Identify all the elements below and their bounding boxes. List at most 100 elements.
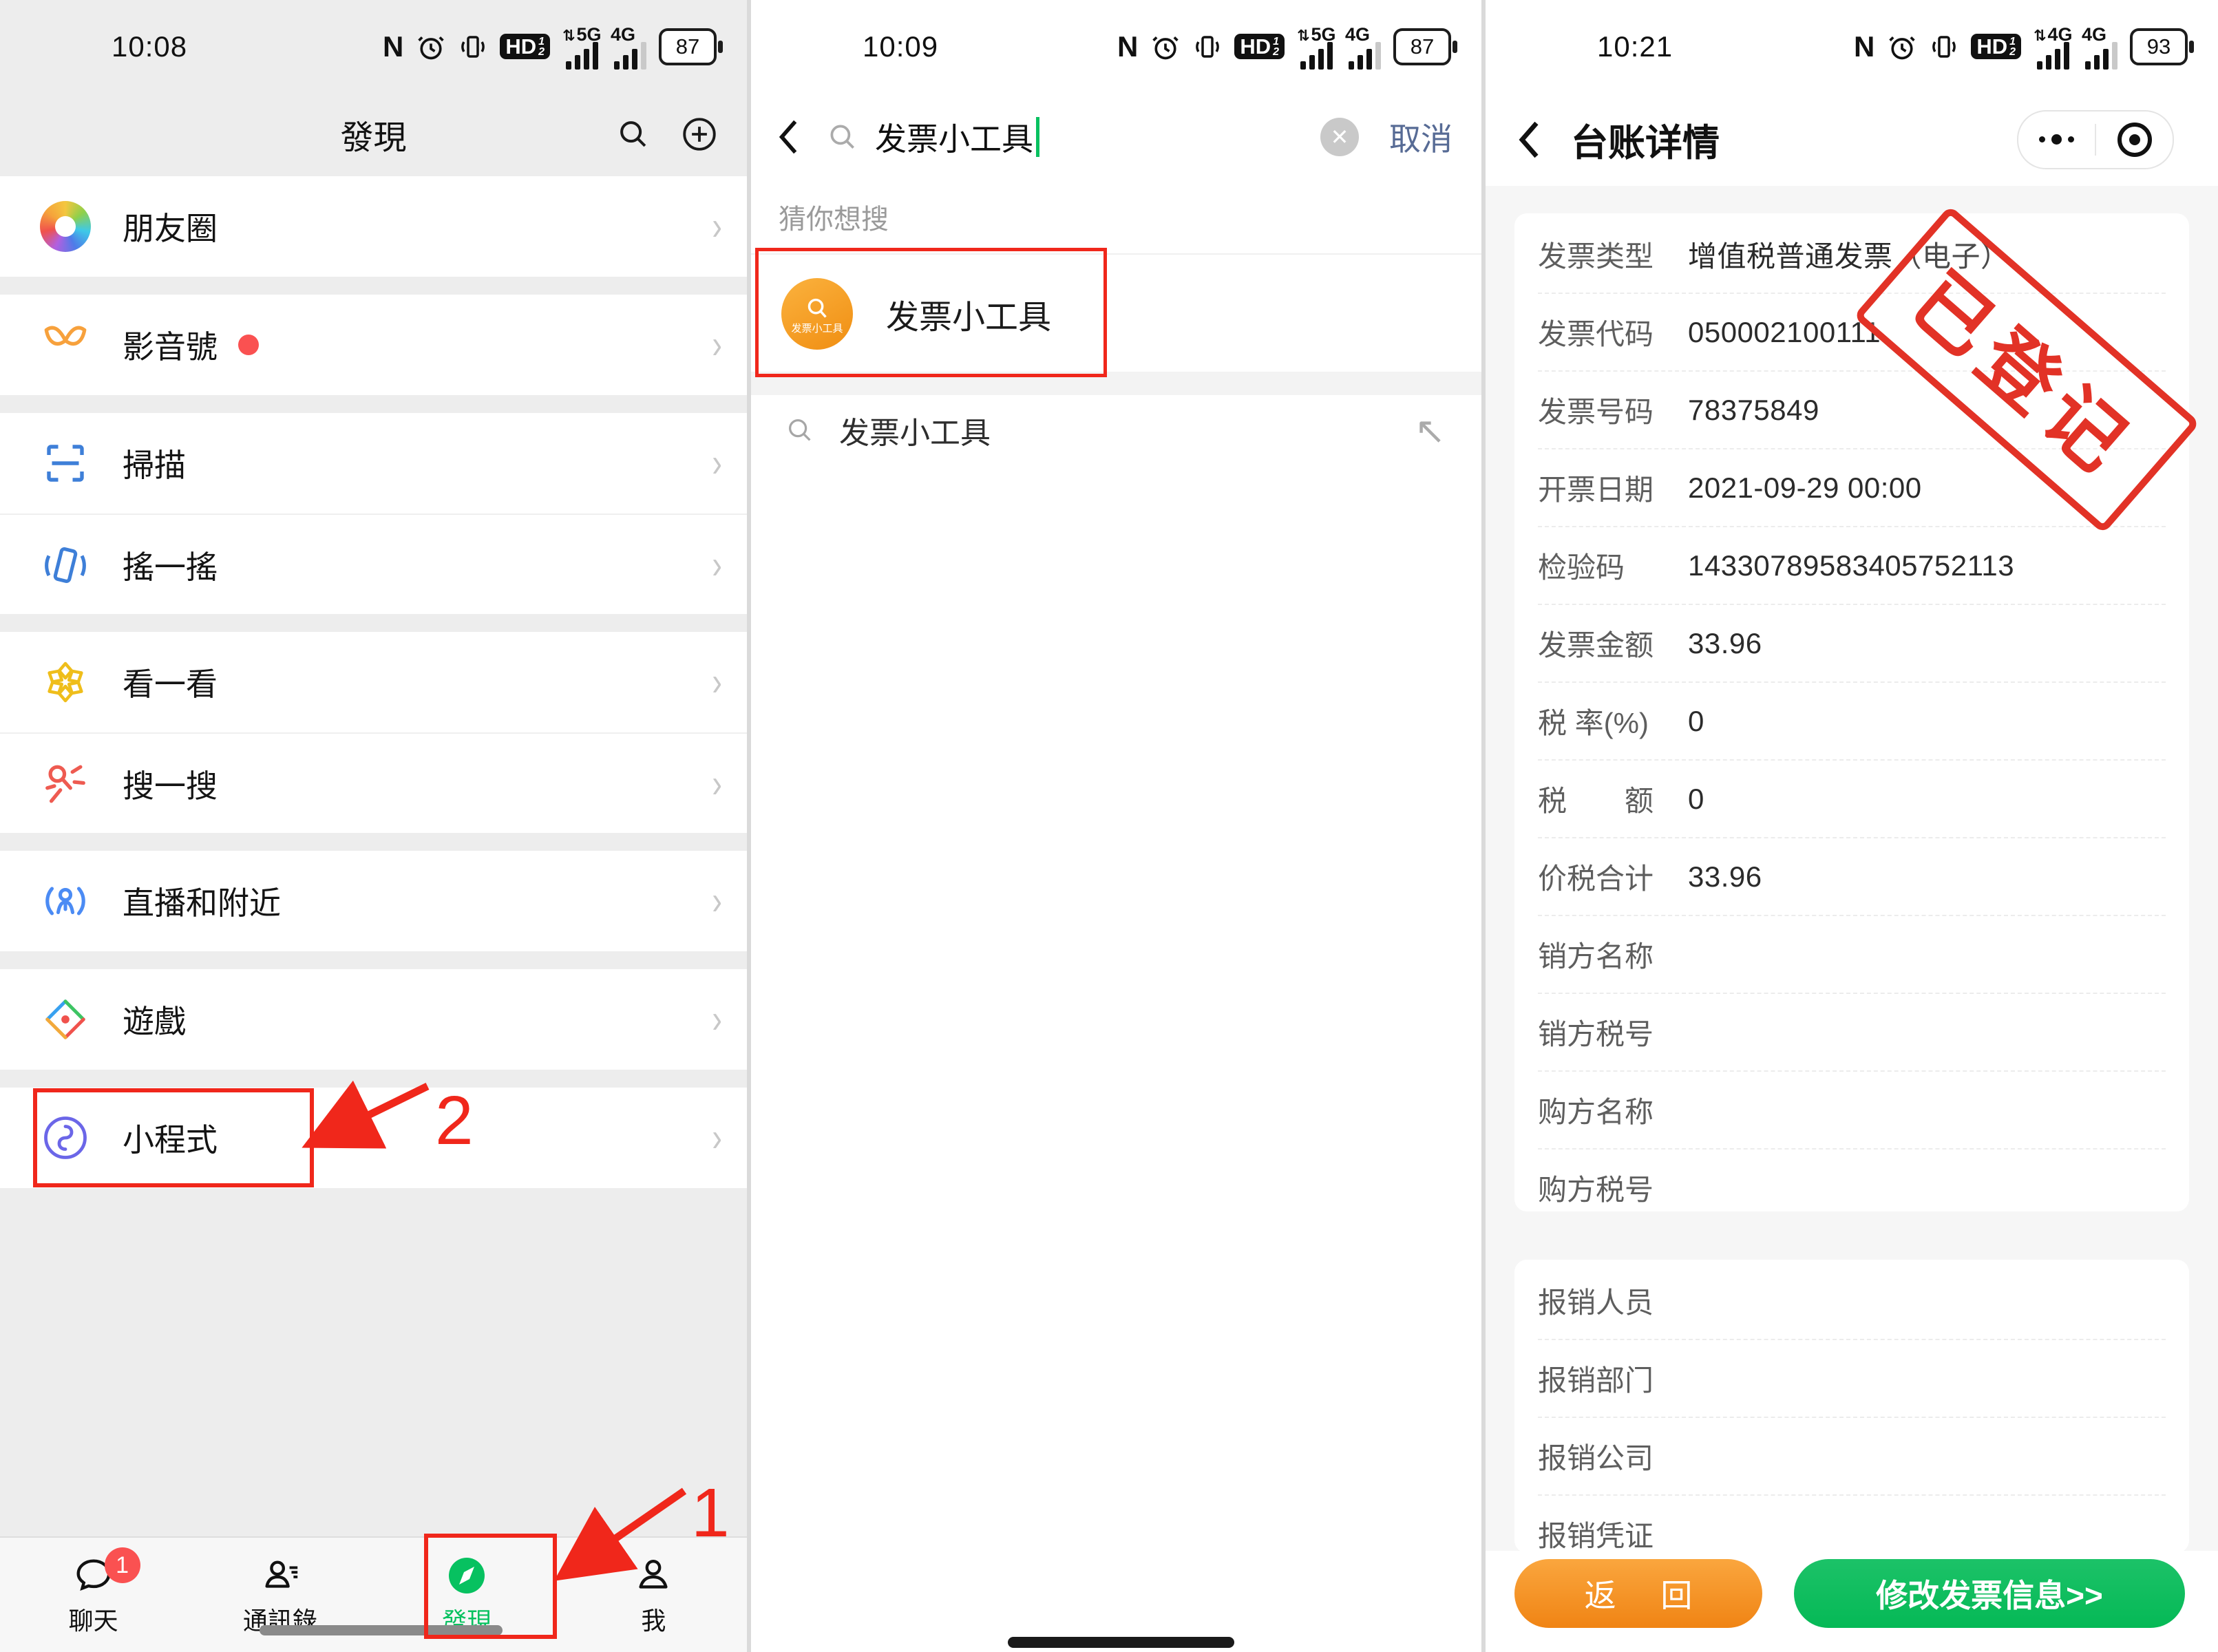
signal-sim1-icon: ⇅4G — [2034, 24, 2069, 70]
wechat-search-icon — [39, 757, 92, 811]
menu-group: 朋友圈 › — [0, 176, 747, 277]
clear-icon[interactable]: ✕ — [1320, 118, 1359, 156]
search-icon — [784, 414, 816, 446]
menu-item-shake[interactable]: 搖一搖 › — [0, 513, 747, 615]
back-icon[interactable] — [776, 118, 799, 156]
alarm-icon — [1150, 32, 1181, 62]
menu-item-live-nearby[interactable]: 直播和附近 › — [0, 851, 747, 951]
alarm-icon — [416, 32, 446, 62]
nfc-icon: N — [383, 30, 403, 63]
menu-item-top-stories[interactable]: 看一看 › — [0, 632, 747, 732]
chevron-right-icon: › — [712, 206, 721, 246]
unread-count-badge: 1 — [105, 1547, 140, 1583]
chevron-right-icon: › — [712, 443, 721, 483]
nfc-icon: N — [1117, 30, 1138, 63]
vibrate-icon — [458, 32, 487, 61]
step-2-label: 2 — [435, 1086, 474, 1155]
signal-sim2-icon: 4G — [2082, 24, 2117, 70]
highlight-box-mini-programs — [33, 1088, 314, 1187]
status-bar: 10:09 N HD12 ⇅5G 4G 87 — [751, 0, 1481, 93]
highlight-box-suggestion — [755, 248, 1107, 377]
unread-dot-badge — [238, 335, 259, 355]
wechat-discover-panel: 10:08 N HD12 ⇅5G 4G 87 發現 — [0, 0, 747, 1652]
tab-chats[interactable]: 1 聊天 — [0, 1538, 187, 1652]
back-icon[interactable] — [1516, 119, 1541, 160]
bottom-action-bar: 返 回 修改发票信息>> — [1486, 1551, 2218, 1652]
signal-sim1-icon: ⇅5G — [1297, 24, 1333, 70]
page-title: 台账详情 — [1571, 112, 1720, 167]
chevron-right-icon: › — [712, 325, 721, 365]
menu-group: 遊戲 › — [0, 969, 747, 1070]
search-history-item[interactable]: 发票小工具 ↖ — [751, 395, 1481, 465]
shake-icon — [39, 538, 92, 592]
step-1-label: 1 — [691, 1479, 730, 1547]
return-button[interactable]: 返 回 — [1514, 1559, 1762, 1628]
menu-group: 掃描 › 搖一搖 › — [0, 413, 747, 614]
invoice-row: 销方税号 — [1538, 994, 2166, 1072]
insert-query-icon[interactable]: ↖ — [1415, 409, 1446, 452]
signal-sim1-icon: ⇅5G — [562, 24, 598, 70]
live-nearby-icon — [39, 874, 92, 928]
chevron-right-icon: › — [712, 662, 721, 702]
invoice-row: 发票类型增值税普通发票（电子） — [1538, 216, 2166, 294]
invoice-row: 发票金额33.96 — [1538, 605, 2166, 683]
reimburse-row: 报销部门 — [1538, 1340, 2166, 1418]
add-icon[interactable] — [679, 114, 719, 154]
vibrate-icon — [1930, 32, 1958, 61]
invoice-row: 检验码14330789583405752113 — [1538, 527, 2166, 605]
invoice-row: 购方税号 — [1538, 1150, 2166, 1226]
nfc-icon: N — [1854, 30, 1874, 63]
menu-item-games[interactable]: 遊戲 › — [0, 969, 747, 1070]
channels-icon — [39, 318, 92, 372]
chevron-right-icon: › — [712, 764, 721, 804]
status-time: 10:08 — [112, 30, 187, 63]
invoice-row: 购方名称 — [1538, 1072, 2166, 1150]
reimburse-card: 报销人员 报销部门 报销公司 报销凭证 — [1514, 1260, 2189, 1553]
chevron-right-icon: › — [712, 1118, 721, 1158]
status-time: 10:09 — [863, 30, 938, 63]
ledger-content: 发票类型增值税普通发票（电子） 发票代码050002100111 发票号码783… — [1486, 186, 2218, 1652]
menu-group: 看一看 › 搜一搜 › — [0, 632, 747, 833]
search-input[interactable]: 发票小工具 — [875, 114, 1033, 160]
menu-group: 影音號 › — [0, 295, 747, 395]
moments-icon — [39, 200, 92, 253]
reimburse-row: 报销公司 — [1538, 1418, 2166, 1496]
highlight-box-discover-tab — [424, 1534, 557, 1639]
volte-hd-icon: HD12 — [1971, 34, 2021, 59]
miniprogram-capsule — [2017, 110, 2174, 169]
cancel-button[interactable]: 取消 — [1389, 114, 1453, 160]
chevron-right-icon: › — [712, 545, 721, 585]
more-options-icon[interactable] — [2018, 134, 2095, 145]
menu-item-channels[interactable]: 影音號 › — [0, 295, 747, 395]
reimburse-row: 报销人员 — [1538, 1262, 2166, 1340]
close-capsule-icon[interactable] — [2096, 123, 2173, 157]
search-icon[interactable] — [615, 116, 652, 153]
top-stories-icon — [39, 655, 92, 709]
home-indicator[interactable] — [1008, 1637, 1234, 1648]
contacts-icon — [259, 1554, 302, 1597]
signal-sim2-icon: 4G — [1345, 24, 1381, 70]
chevron-right-icon: › — [712, 999, 721, 1039]
battery-icon: 87 — [659, 28, 717, 65]
menu-group: 直播和附近 › — [0, 851, 747, 951]
alarm-icon — [1887, 32, 1917, 62]
search-bar: 发票小工具 ✕ 取消 — [751, 93, 1481, 182]
battery-icon: 93 — [2130, 28, 2188, 65]
status-time: 10:21 — [1597, 30, 1673, 63]
scan-icon — [39, 436, 92, 490]
search-icon — [825, 120, 860, 154]
edit-invoice-button[interactable]: 修改发票信息>> — [1794, 1559, 2185, 1628]
suggest-header: 猜你想搜 — [751, 180, 1481, 253]
signal-sim2-icon: 4G — [611, 24, 646, 70]
menu-item-scan[interactable]: 掃描 › — [0, 413, 747, 513]
menu-item-moments[interactable]: 朋友圈 › — [0, 176, 747, 277]
status-bar: 10:08 N HD12 ⇅5G 4G 87 — [0, 0, 747, 93]
invoice-row: 价税合计33.96 — [1538, 838, 2166, 916]
volte-hd-icon: HD12 — [500, 34, 550, 59]
battery-icon: 87 — [1393, 28, 1451, 65]
chevron-right-icon: › — [712, 881, 721, 921]
nav-bar: 台账详情 — [1486, 93, 2218, 186]
menu-item-search-search[interactable]: 搜一搜 › — [0, 732, 747, 834]
vibrate-icon — [1193, 32, 1222, 61]
invoice-row: 税 额0 — [1538, 761, 2166, 838]
